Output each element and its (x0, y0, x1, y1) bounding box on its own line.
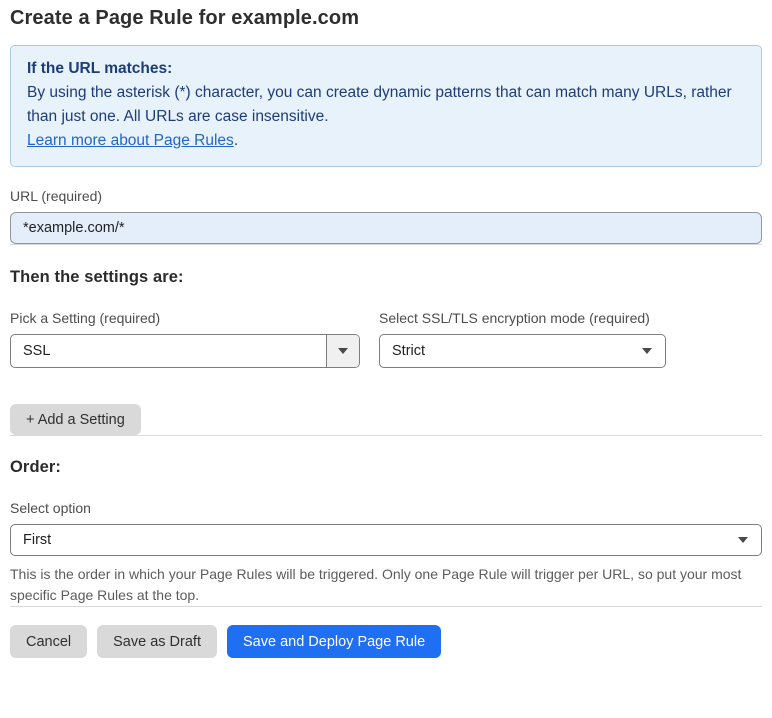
ssl-mode-value: Strict (392, 343, 426, 359)
settings-section-heading: Then the settings are: (10, 268, 184, 286)
url-input[interactable] (10, 212, 762, 244)
url-label: URL (required) (10, 188, 103, 204)
save-deploy-button[interactable]: Save and Deploy Page Rule (226, 625, 442, 658)
order-select[interactable]: First (10, 524, 762, 556)
link-period: . (233, 132, 239, 149)
order-select-label: Select option (10, 500, 91, 516)
create-page-rule-form: Create a Page Rule for example.com If th… (0, 7, 772, 658)
divider (10, 435, 762, 436)
info-box-heading: If the URL matches: (27, 60, 173, 77)
ssl-mode-select[interactable]: Strict (379, 334, 666, 368)
divider (10, 244, 762, 245)
pick-setting-value: SSL (23, 343, 51, 359)
page-title: Create a Page Rule for example.com (10, 7, 360, 29)
url-match-info-box: If the URL matches: By using the asteris… (10, 45, 762, 167)
footer-actions: Cancel Save as Draft Save and Deploy Pag… (10, 625, 762, 658)
order-section-heading: Order: (10, 458, 62, 476)
cancel-button[interactable]: Cancel (10, 625, 88, 658)
settings-row: Pick a Setting (required) SSL Select SSL… (10, 310, 762, 368)
pick-setting-select[interactable]: SSL (10, 334, 360, 368)
info-box-body: By using the asterisk (*) character, you… (27, 84, 732, 125)
save-draft-button[interactable]: Save as Draft (97, 625, 217, 658)
info-box-link-line: Learn more about Page Rules. (27, 129, 745, 153)
pick-setting-label: Pick a Setting (required) (10, 310, 161, 326)
pick-setting-field: Pick a Setting (required) SSL (10, 310, 360, 368)
chevron-down-icon (642, 348, 652, 354)
add-setting-button[interactable]: + Add a Setting (10, 404, 141, 435)
divider (10, 606, 762, 607)
ssl-mode-label: Select SSL/TLS encryption mode (required… (379, 310, 650, 326)
chevron-down-icon (738, 537, 748, 543)
order-select-value: First (23, 532, 52, 548)
chevron-down-icon (326, 335, 359, 367)
ssl-mode-field: Select SSL/TLS encryption mode (required… (379, 310, 666, 368)
learn-more-link[interactable]: Learn more about Page Rules (27, 132, 234, 149)
order-help-text: This is the order in which your Page Rul… (10, 566, 742, 603)
